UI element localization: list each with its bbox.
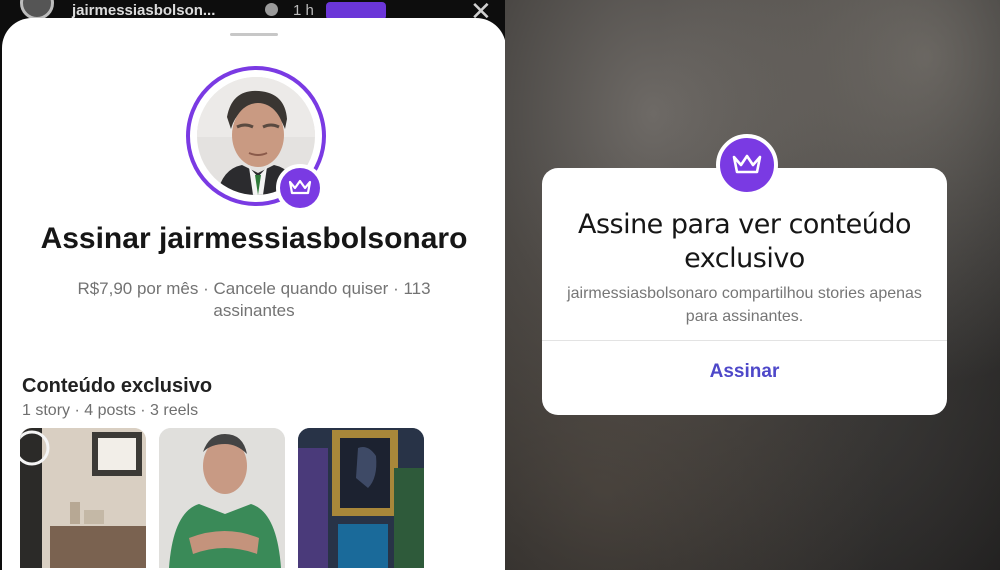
exclusive-thumbnail[interactable]	[159, 428, 285, 568]
story-username[interactable]: jairmessiasbolson...	[72, 2, 215, 19]
crown-icon	[716, 134, 778, 196]
locked-story-screen: Assine para ver conteúdo exclusivo jairm…	[505, 0, 1000, 570]
dialog-title: Assine para ver conteúdo exclusivo	[577, 209, 912, 274]
sheet-title: Assinar jairmessiasbolsonaro	[40, 222, 468, 255]
subscribe-dialog: Assine para ver conteúdo exclusivo jairm…	[542, 168, 947, 415]
price-info: R$7,90 por mês · Cancele quando quiser ·…	[77, 279, 431, 320]
section-title: Conteúdo exclusivo	[22, 375, 213, 397]
story-time: 1 h	[293, 2, 314, 19]
exclusive-thumbnail[interactable]	[298, 428, 424, 568]
verified-icon	[265, 3, 278, 16]
crown-icon	[276, 164, 324, 212]
subscription-screen: jairmessiasbolson... 1 h ✕ Assinar jairm…	[0, 0, 505, 570]
sheet-handle[interactable]	[230, 33, 278, 36]
exclusive-thumbnail[interactable]	[20, 428, 146, 568]
dialog-message: jairmessiasbolsonaro compartilhou storie…	[567, 285, 922, 325]
content-counts: 1 story · 4 posts · 3 reels	[22, 402, 199, 419]
dialog-divider	[542, 340, 947, 341]
subscribe-button[interactable]: Assinar	[542, 361, 947, 383]
story-avatar[interactable]	[20, 0, 54, 20]
